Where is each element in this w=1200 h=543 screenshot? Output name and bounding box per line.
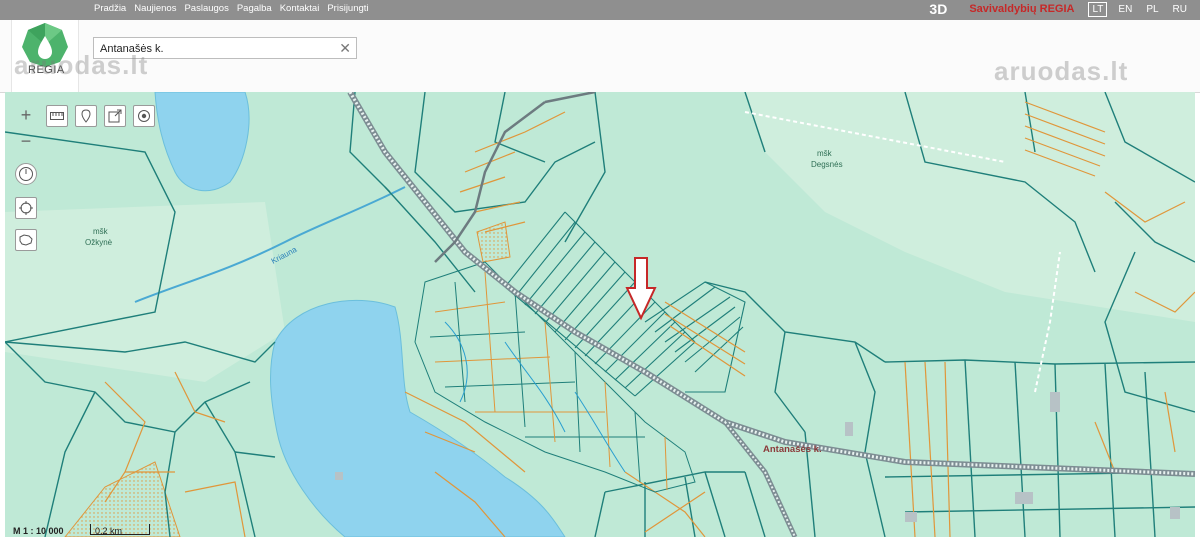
scale-distance: 0.2 km <box>95 526 123 536</box>
meadow-area-west <box>5 202 285 382</box>
clock-icon <box>19 167 33 181</box>
location-arrow-marker <box>625 257 657 321</box>
header: REGIA ✕ aruodas.lt aruodas.lt <box>0 20 1200 93</box>
watermark-right: aruodas.lt <box>994 56 1129 86</box>
ruler-icon <box>50 112 64 120</box>
lang-ru[interactable]: RU <box>1170 3 1190 16</box>
label-forest-degsnes-1: mšk <box>817 149 833 158</box>
zoom-out-button[interactable]: − <box>15 130 37 152</box>
pin-tool-button[interactable] <box>75 105 97 127</box>
nav-item-pagalba[interactable]: Pagalba <box>237 3 272 14</box>
history-button[interactable] <box>15 163 37 185</box>
target-icon <box>138 110 150 122</box>
lang-lt[interactable]: LT <box>1088 1 1108 17</box>
nav-item-prisijungti[interactable]: Prisijungti <box>327 3 368 14</box>
top-menu-bar: Pradžia Naujienos Paslaugos Pagalba Kont… <box>0 0 1200 20</box>
clear-icon[interactable]: ✕ <box>339 40 351 57</box>
parcel-strips-teal <box>504 211 746 397</box>
center-map-button[interactable] <box>15 197 37 219</box>
3d-button[interactable]: 3D <box>929 1 947 17</box>
scale-ratio: M 1 : 10 000 <box>13 526 64 536</box>
lang-pl[interactable]: PL <box>1143 3 1161 16</box>
share-tool-button[interactable] <box>104 105 126 127</box>
nav-item-pradzia[interactable]: Pradžia <box>94 3 126 14</box>
label-forest-ozkyne-1: mšk <box>93 227 109 236</box>
map-canvas: mšk Ožkynė mšk Degsnės Kriauna Antanašės… <box>5 92 1195 537</box>
watermark-left: aruodas.lt <box>14 50 149 80</box>
lake-north <box>154 92 250 192</box>
measure-tool-button[interactable] <box>46 105 68 127</box>
cadastral-map[interactable]: mšk Ožkynė mšk Degsnės Kriauna Antanašės… <box>5 92 1195 537</box>
zoom-in-button[interactable]: + <box>15 104 37 126</box>
top-right-controls: 3D Savivaldybių REGIA LT EN PL RU <box>929 1 1190 17</box>
regia-link[interactable]: Savivaldybių REGIA <box>969 3 1074 15</box>
nav-item-naujienos[interactable]: Naujienos <box>134 3 176 14</box>
dotted-parcel-small <box>476 221 511 263</box>
nav-item-paslaugos[interactable]: Paslaugos <box>184 3 228 14</box>
main-nav: Pradžia Naujienos Paslaugos Pagalba Kont… <box>94 3 369 14</box>
map-pin-icon <box>81 109 91 123</box>
crosshair-icon <box>19 201 33 215</box>
share-icon <box>108 109 122 123</box>
country-outline-icon <box>19 234 33 246</box>
label-village: Antanašės k. <box>763 444 822 455</box>
locate-tool-button[interactable] <box>133 105 155 127</box>
lake-central <box>270 299 566 537</box>
nav-item-kontaktai[interactable]: Kontaktai <box>280 3 320 14</box>
meadow-area-north <box>525 92 1195 322</box>
label-forest-ozkyne-2: Ožkynė <box>85 238 113 247</box>
lang-en[interactable]: EN <box>1115 3 1135 16</box>
label-forest-degsnes-2: Degsnės <box>811 160 843 169</box>
region-select-button[interactable] <box>15 229 37 251</box>
